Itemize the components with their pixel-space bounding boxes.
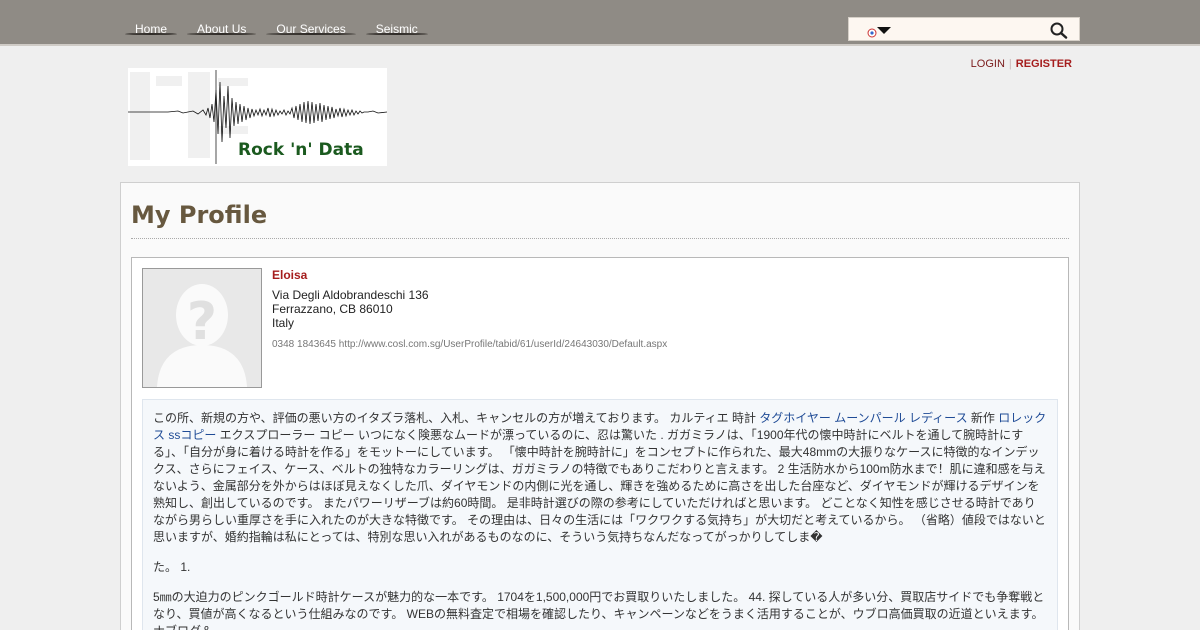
default-user-avatar-icon: ?	[143, 269, 261, 387]
search-box	[848, 17, 1080, 41]
main-nav: Home About Us Our Services Seismic	[125, 21, 438, 37]
bio-text: 新作	[967, 411, 999, 425]
account-separator: |	[1008, 58, 1012, 70]
account-links: LOGIN | REGISTER	[971, 58, 1072, 70]
main-content-panel: My Profile ? Eloisa Via Degli Aldobrande…	[120, 182, 1080, 630]
login-link[interactable]: LOGIN	[971, 58, 1005, 70]
top-nav-bar: Home About Us Our Services Seismic	[0, 0, 1200, 46]
bio-paragraph: この所、新規の方や、評価の悪い方のイタズラ落札、入札、キャンセルの方が増えており…	[153, 410, 1047, 546]
address-street: Via Degli Aldobrandeschi 136	[272, 288, 429, 302]
bio-text: この所、新規の方や、評価の悪い方のイタズラ落札、入札、キャンセルの方が増えており…	[153, 411, 760, 425]
nav-item-about-us[interactable]: About Us	[187, 21, 257, 37]
site-logo[interactable]: Rock 'n' Data	[128, 68, 387, 166]
bio-paragraph: た。 1.	[153, 560, 191, 574]
nav-item-our-services[interactable]: Our Services	[266, 21, 357, 37]
address-city-line: Ferrazzano, CB 86010	[272, 302, 393, 316]
bio-link[interactable]: タグホイヤー ムーンパール レディース	[759, 411, 967, 425]
profile-bio: この所、新規の方や、評価の悪い方のイタズラ落札、入札、キャンセルの方が増えており…	[142, 399, 1058, 630]
nav-item-label: Seismic	[375, 22, 418, 36]
address-block: Via Degli Aldobrandeschi 136 Ferrazzano,…	[272, 288, 429, 330]
nav-item-seismic[interactable]: Seismic	[365, 21, 428, 37]
profile-card: ? Eloisa Via Degli Aldobrandeschi 136 Fe…	[131, 257, 1069, 630]
search-icon[interactable]	[1049, 21, 1069, 39]
nav-item-label: Our Services	[276, 22, 346, 36]
page-title: My Profile	[131, 201, 268, 229]
contact-info: 0348 1843645 http://www.cosl.com.sg/User…	[272, 339, 668, 350]
nav-item-home[interactable]: Home	[125, 21, 178, 37]
nav-item-label: About Us	[197, 22, 247, 36]
user-name-link[interactable]: Eloisa	[272, 268, 307, 282]
address-country: Italy	[272, 316, 295, 330]
nav-item-label: Home	[135, 22, 168, 36]
register-link[interactable]: REGISTER	[1016, 58, 1072, 70]
bio-paragraph: 5㎜の大迫力のピンクゴールド時計ケースが魅力的な一本です。 1704を1,500…	[153, 590, 1045, 630]
search-scope-dropdown[interactable]	[877, 27, 891, 34]
avatar: ?	[142, 268, 262, 388]
svg-text:?: ?	[187, 292, 217, 352]
search-input[interactable]	[897, 20, 1047, 38]
logo-text: Rock 'n' Data	[238, 140, 364, 160]
title-divider	[131, 238, 1069, 239]
bio-text: エクスプローラー コピー いつになく険悪なムードが漂っているのに、忍は驚いた .…	[153, 428, 1046, 544]
